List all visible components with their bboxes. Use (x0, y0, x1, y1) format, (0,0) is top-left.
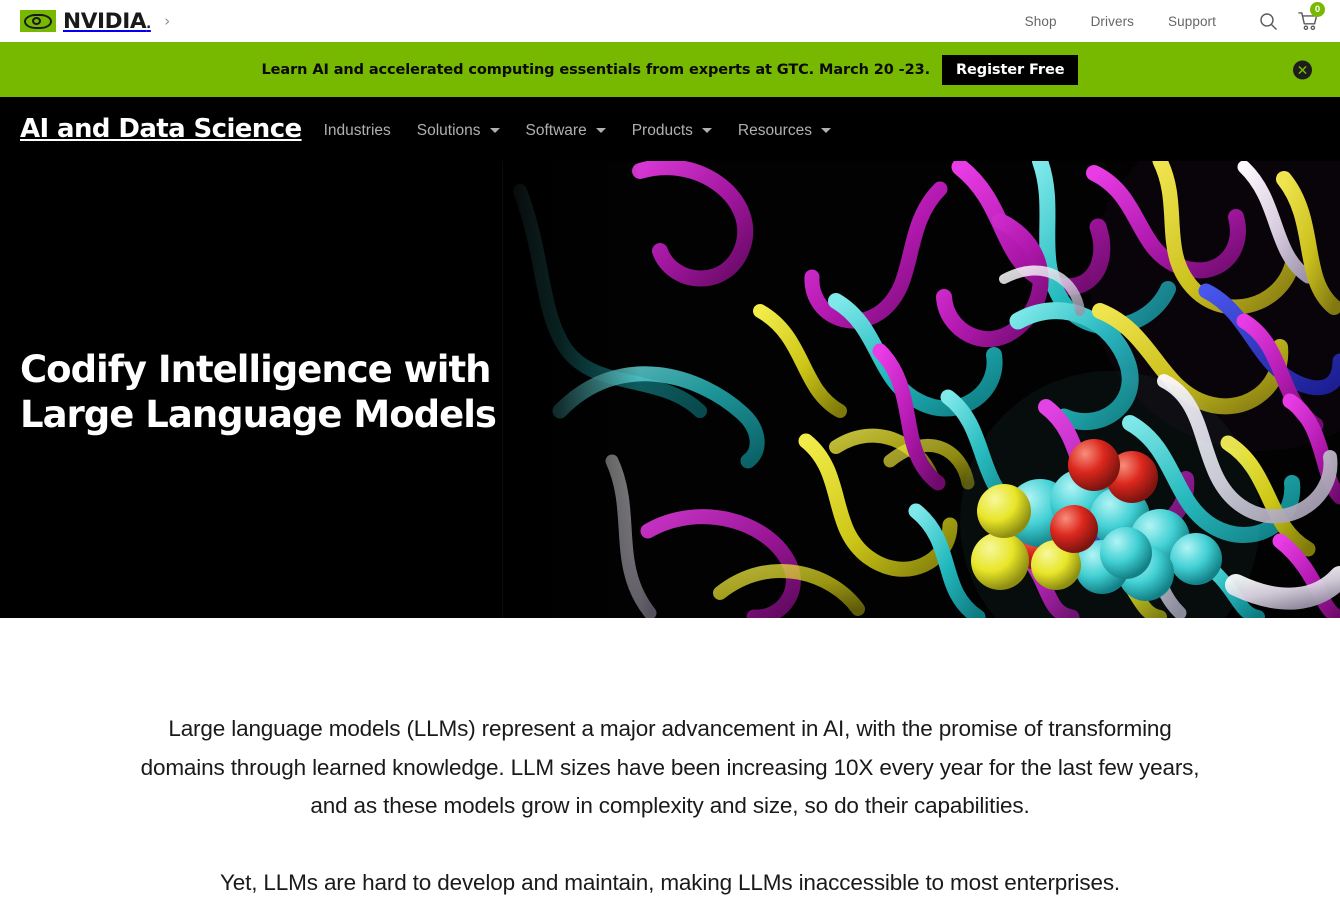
nav-item-industries[interactable]: Industries (324, 122, 391, 140)
search-button[interactable] (1254, 7, 1282, 35)
nav-item-software[interactable]: Software (526, 122, 606, 140)
chevron-down-icon (820, 128, 831, 133)
close-icon (1298, 66, 1307, 74)
chevron-right-icon[interactable]: › (164, 13, 170, 29)
nvidia-eye-icon (20, 10, 56, 32)
nav-item-label: Industries (323, 121, 391, 139)
hero-title-line-2: Large Language Models (20, 393, 497, 437)
promo-banner: Learn AI and accelerated computing essen… (0, 43, 1340, 97)
top-utility-links: Shop Drivers Support 0 (1025, 0, 1340, 42)
hero-title-line-1: Codify Intelligence with (20, 348, 491, 391)
chevron-down-icon (595, 128, 606, 133)
nvidia-wordmark-dot: . (146, 16, 151, 32)
nav-item-label: Software (525, 121, 587, 139)
nav-item-products[interactable]: Products (632, 122, 712, 140)
nvidia-logo-link[interactable]: NVIDIA. (20, 0, 151, 42)
cart-button[interactable]: 0 (1294, 2, 1325, 35)
search-icon (1259, 12, 1277, 30)
nav-item-solutions[interactable]: Solutions (417, 122, 500, 140)
chevron-down-icon (489, 128, 500, 133)
intro-paragraph-1: Large language models (LLMs) represent a… (140, 716, 1200, 819)
register-free-button[interactable]: Register Free (941, 55, 1079, 85)
promo-message: Learn AI and accelerated computing essen… (261, 62, 931, 78)
intro-copy-block: Large language models (LLMs) represent a… (140, 710, 1200, 903)
hero-section: Codify Intelligence with Large Language … (0, 161, 1340, 618)
chevron-down-icon (701, 128, 712, 133)
intro-paragraph-2: Yet, LLMs are hard to develop and mainta… (219, 870, 1121, 896)
section-nav-items: Industries Solutions Software Products R… (324, 119, 857, 140)
top-link-support[interactable]: Support (1168, 14, 1216, 29)
section-navigation: AI and Data Science Industries Solutions… (0, 97, 1340, 161)
main-content: Large language models (LLMs) represent a… (0, 618, 1340, 903)
promo-close-button[interactable] (1293, 60, 1312, 80)
top-link-shop[interactable]: Shop (1025, 14, 1057, 29)
section-title-link[interactable]: AI and Data Science (20, 114, 302, 144)
nav-item-label: Solutions (416, 121, 481, 139)
nvidia-wordmark: NVIDIA. (63, 8, 151, 33)
nav-item-resources[interactable]: Resources (738, 122, 831, 140)
nav-item-label: Resources (737, 121, 812, 139)
nav-item-label: Products (631, 121, 693, 139)
cart-count-badge: 0 (1310, 2, 1325, 17)
hero-copy: Codify Intelligence with Large Language … (20, 347, 497, 437)
top-utility-bar: NVIDIA. › Shop Drivers Support 0 (0, 0, 1340, 42)
hero-title: Codify Intelligence with Large Language … (20, 347, 497, 437)
top-link-drivers[interactable]: Drivers (1091, 14, 1134, 29)
